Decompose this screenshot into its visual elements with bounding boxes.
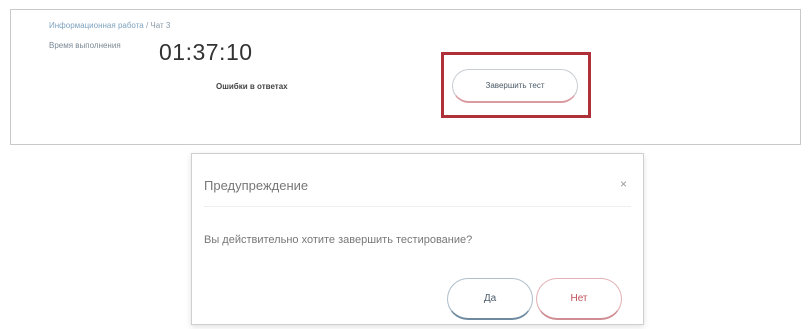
no-button[interactable]: Нет <box>536 278 622 320</box>
confirm-dialog: Предупреждение × Вы действительно хотите… <box>191 153 644 325</box>
breadcrumb: Информационная работа / Чат 3 <box>49 21 170 30</box>
time-label: Время выполнения <box>49 41 121 50</box>
breadcrumb-link[interactable]: Информационная работа <box>49 21 144 30</box>
dialog-title: Предупреждение <box>204 178 309 193</box>
timer-display: 01:37:10 <box>159 39 253 65</box>
yes-button[interactable]: Да <box>447 278 533 320</box>
dialog-message: Вы действительно хотите завершить тестир… <box>204 234 473 246</box>
breadcrumb-current: Чат 3 <box>150 21 171 30</box>
error-link[interactable]: Ошибки в ответах <box>216 82 288 91</box>
dialog-divider <box>204 206 631 207</box>
test-panel: Информационная работа / Чат 3 Время выпо… <box>10 9 801 145</box>
close-icon[interactable]: × <box>620 177 627 191</box>
finish-test-button[interactable]: Завершить тест <box>452 69 578 103</box>
